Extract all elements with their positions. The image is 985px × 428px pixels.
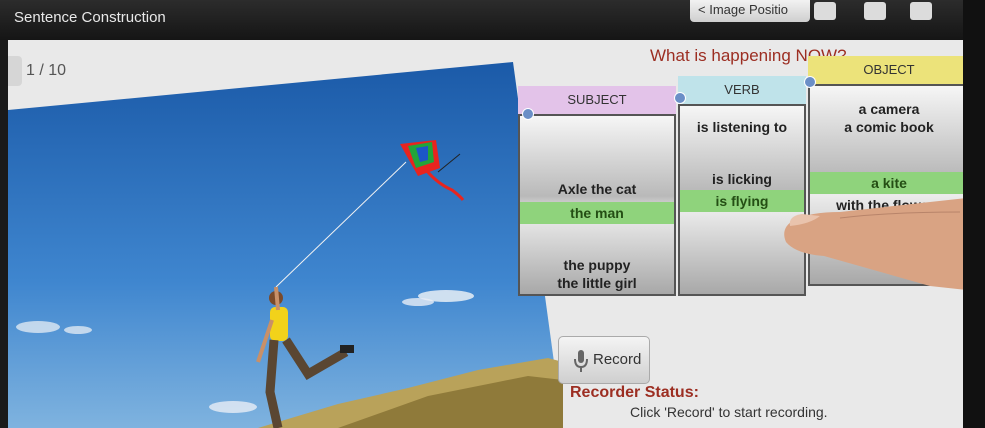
scene-photo (8, 62, 563, 428)
page-counter: 1 / 10 (26, 62, 67, 79)
image-position-button[interactable]: < Image Positio (690, 0, 810, 22)
app-title: Sentence Construction (14, 9, 166, 26)
toolbar-button-2[interactable] (864, 2, 886, 20)
subject-selected-option[interactable]: the man (520, 202, 674, 224)
subject-column: SUBJECT Axle the cat the man the puppy t… (518, 86, 676, 296)
subject-settings-icon[interactable] (522, 108, 534, 120)
object-option[interactable]: a comic book (810, 118, 968, 136)
toolbar-button-1[interactable] (814, 2, 836, 20)
record-button-label: Record (593, 351, 642, 368)
title-bar: Sentence Construction < Image Positio (0, 0, 985, 40)
finger-overlay (780, 182, 985, 297)
left-bezel (0, 40, 8, 428)
prev-button[interactable] (8, 56, 22, 86)
recorder-status-title: Recorder Status: (570, 384, 699, 401)
record-button[interactable]: Record (558, 336, 650, 384)
subject-option[interactable]: Axle the cat (520, 180, 674, 198)
subject-header: SUBJECT (518, 86, 676, 114)
object-option[interactable]: a camera (810, 100, 968, 118)
tablet-screen: Sentence Construction < Image Positio 1 … (0, 0, 985, 428)
subject-option[interactable]: the puppy (520, 256, 674, 274)
recorder-status-message: Click 'Record' to start recording. (630, 404, 828, 420)
toolbar-button-3[interactable] (910, 2, 932, 20)
verb-option[interactable]: is listening to (680, 118, 804, 136)
object-settings-icon[interactable] (804, 76, 816, 88)
verb-header: VERB (678, 76, 806, 104)
subject-picker[interactable]: Axle the cat the man the puppy the littl… (518, 114, 676, 296)
right-bezel (963, 0, 985, 428)
microphone-icon (573, 349, 589, 377)
subject-option[interactable]: the little girl (520, 274, 674, 292)
object-header: OBJECT (808, 56, 970, 84)
verb-settings-icon[interactable] (674, 92, 686, 104)
